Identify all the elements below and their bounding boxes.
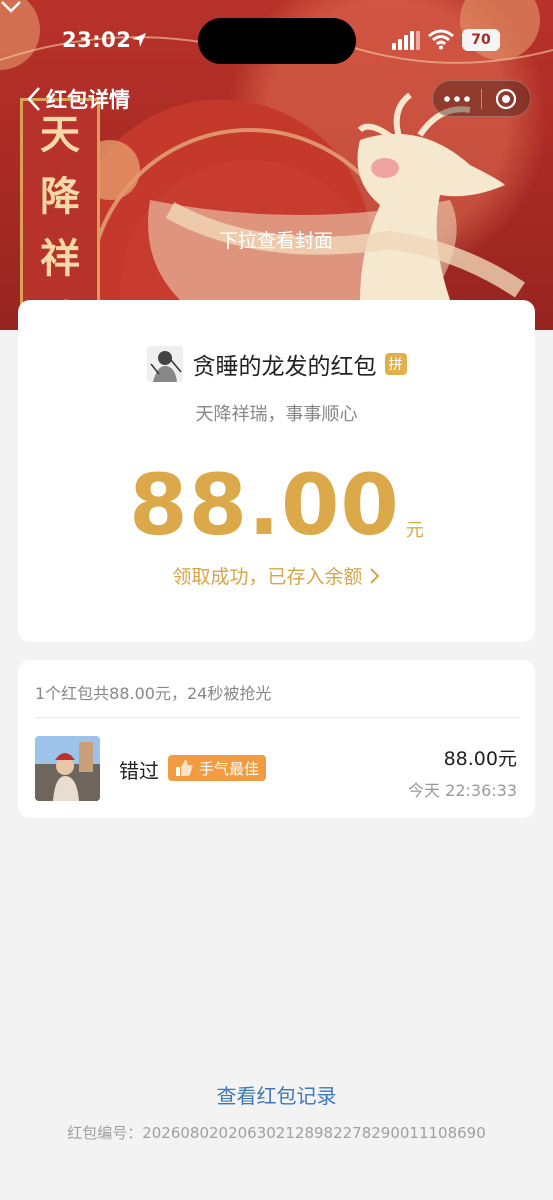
balance-link[interactable]: 领取成功，已存入余额 xyxy=(18,562,535,589)
dynamic-island xyxy=(198,18,356,64)
claimed-amount: 88.00元 xyxy=(443,748,517,770)
location-arrow-icon xyxy=(132,33,146,47)
balance-link-label: 领取成功，已存入余额 xyxy=(172,566,363,588)
vertical-char: 降 xyxy=(40,173,80,220)
target-close-icon xyxy=(495,88,517,109)
vertical-char: 天 xyxy=(40,111,80,158)
best-luck-badge: 手气最佳 xyxy=(168,755,267,781)
divider xyxy=(35,717,518,718)
cover-hint: 下拉查看封面 xyxy=(218,230,333,252)
vertical-char: 祥 xyxy=(40,235,80,282)
close-button[interactable] xyxy=(482,81,530,116)
packet-serial-number: 红包编号：20260802020630212898227829001110869… xyxy=(67,1124,486,1142)
more-button[interactable] xyxy=(433,81,481,116)
claimed-time: 今天 22:36:33 xyxy=(408,781,517,800)
wifi-icon xyxy=(428,29,454,50)
status-time: 23:02 xyxy=(62,28,132,52)
amount-row: 88.00 元 xyxy=(18,460,535,550)
amount-unit: 元 xyxy=(405,520,424,541)
avatar-photo-icon xyxy=(35,736,100,801)
status-bar: 23:02 70 xyxy=(0,0,553,80)
red-packet-detail-page: 天 降 祥 瑞 下拉查看封面 23:02 70 xyxy=(0,0,553,1200)
claimer-name: 错过 xyxy=(119,759,159,783)
page-title: 红包详情 xyxy=(46,88,130,112)
avatar-sketch-icon xyxy=(146,346,183,382)
back-button[interactable]: 红包详情 xyxy=(26,84,130,114)
back-chevron-icon xyxy=(27,87,40,111)
battery-indicator: 70 xyxy=(462,29,500,51)
thumbs-up-icon xyxy=(176,760,193,776)
sender-avatar[interactable] xyxy=(146,346,183,382)
sender-name: 贪睡的龙发的红包 xyxy=(192,354,377,380)
claimer-avatar[interactable] xyxy=(35,736,100,801)
packet-history-link[interactable]: 查看红包记录 xyxy=(0,1080,553,1109)
more-dots-icon xyxy=(444,95,470,102)
claim-records-card: 1个红包共88.00元，24秒被抢光 错过 手气最佳 88.00元 今天 22:… xyxy=(18,660,535,818)
mini-program-capsule xyxy=(432,80,531,117)
packet-amount: 88.00 xyxy=(129,456,400,554)
sender-row: 贪睡的龙发的红包 拼 xyxy=(18,346,535,382)
greeting-text: 天降祥瑞，事事顺心 xyxy=(195,404,358,425)
cellular-signal-icon xyxy=(392,31,420,50)
chevron-right-icon xyxy=(369,567,379,584)
claim-summary: 1个红包共88.00元，24秒被抢光 xyxy=(35,684,272,703)
packet-card: 贪睡的龙发的红包 拼 天降祥瑞，事事顺心 88.00 元 领取成功，已存入余额 xyxy=(18,300,535,642)
group-packet-badge: 拼 xyxy=(384,353,407,375)
best-luck-label: 手气最佳 xyxy=(199,759,260,778)
cover-vertical-banner: 天 降 祥 瑞 xyxy=(20,98,100,330)
